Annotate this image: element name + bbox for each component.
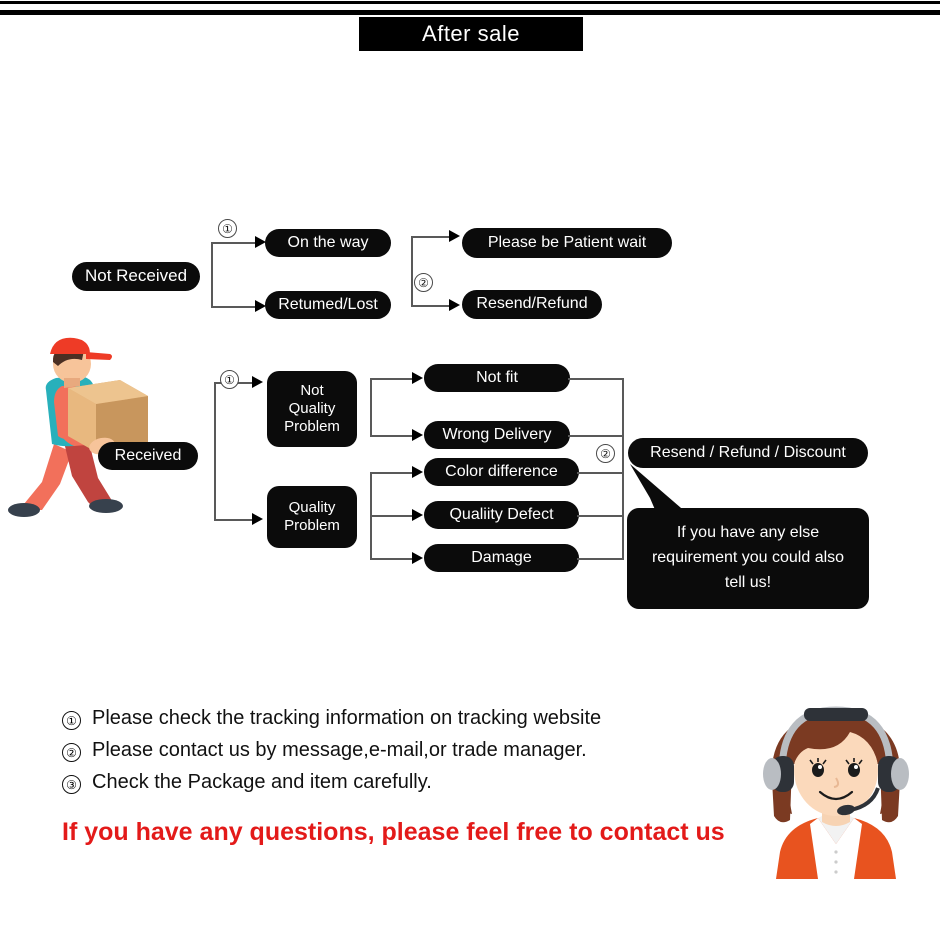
note-text: Check the Package and item carefully. — [92, 771, 432, 793]
after-sale-infographic: After sale Not Received ① On the way Ret… — [0, 0, 940, 926]
list-item: ② Please contact us by message,e-mail,or… — [62, 739, 722, 771]
node-returned-lost[interactable]: Retumed/Lost — [265, 291, 391, 319]
arrow-to-quality-problem — [252, 513, 263, 525]
collector-bar-resolution — [622, 378, 624, 560]
customer-service-agent-icon — [763, 706, 909, 879]
arrow-to-quality-defect — [412, 509, 423, 521]
connector-received-to-quality — [214, 519, 256, 521]
marker-step-2-received: ② — [596, 444, 615, 463]
collector-stub-color-difference — [577, 472, 624, 474]
node-quality-problem[interactable]: Quality Problem — [267, 486, 357, 548]
connector-to-not-fit — [370, 378, 416, 380]
note-text: Please contact us by message,e-mail,or t… — [92, 739, 587, 761]
node-on-the-way[interactable]: On the way — [265, 229, 391, 257]
list-item: ③ Check the Package and item carefully. — [62, 771, 722, 803]
top-divider-line-1 — [0, 1, 940, 4]
connector-stage2-trunk — [411, 237, 413, 307]
marker-step-1-not-received: ① — [218, 219, 237, 238]
marker-step-2-not-received: ② — [414, 273, 433, 292]
connector-to-resend-refund — [411, 305, 453, 307]
node-not-quality-problem[interactable]: Not Quality Problem — [267, 371, 357, 447]
node-quality-defect[interactable]: Qualiity Defect — [424, 501, 579, 529]
connector-not-received-to-ontheway — [211, 242, 259, 244]
node-wrong-delivery[interactable]: Wrong Delivery — [424, 421, 570, 449]
connector-to-please-wait — [411, 236, 453, 238]
node-please-be-patient-wait[interactable]: Please be Patient wait — [462, 228, 672, 258]
page-title: After sale — [359, 17, 583, 51]
collector-stub-damage — [577, 558, 624, 560]
arrow-to-please-wait — [449, 230, 460, 242]
collector-stub-not-fit — [568, 378, 624, 380]
connector-to-quality-defect — [370, 515, 416, 517]
node-damage[interactable]: Damage — [424, 544, 579, 572]
connector-not-received-trunk — [211, 243, 213, 308]
marker-step-1-received: ① — [220, 370, 239, 389]
note-marker: ③ — [62, 775, 81, 794]
collector-stub-quality-defect — [577, 515, 624, 517]
arrow-to-not-fit — [412, 372, 423, 384]
collector-stub-wrong-delivery — [568, 435, 624, 437]
callout-extra-requirement: If you have any else requirement you cou… — [627, 508, 869, 609]
node-resend-refund[interactable]: Resend/Refund — [462, 290, 602, 319]
node-not-fit[interactable]: Not fit — [424, 364, 570, 392]
contact-cta-text: If you have any questions, please feel f… — [62, 818, 725, 846]
arrow-to-resend-refund — [449, 299, 460, 311]
delivery-courier-icon — [8, 337, 148, 517]
node-not-received[interactable]: Not Received — [72, 262, 200, 291]
top-divider-line-2 — [0, 10, 940, 15]
arrow-to-not-quality-problem — [252, 376, 263, 388]
connector-received-trunk — [214, 383, 216, 521]
connector-to-color-difference — [370, 472, 416, 474]
connector-not-quality-trunk — [370, 379, 372, 437]
arrow-to-color-difference — [412, 466, 423, 478]
arrow-to-wrong-delivery — [412, 429, 423, 441]
arrow-to-damage — [412, 552, 423, 564]
connector-not-received-to-returned — [211, 306, 259, 308]
note-marker: ① — [62, 711, 81, 730]
list-item: ① Please check the tracking information … — [62, 707, 722, 739]
notes-list: ① Please check the tracking information … — [62, 707, 722, 803]
node-color-difference[interactable]: Color difference — [424, 458, 579, 486]
note-marker: ② — [62, 743, 81, 762]
connector-to-wrong-delivery — [370, 435, 416, 437]
node-received[interactable]: Received — [98, 442, 198, 470]
connector-to-damage — [370, 558, 416, 560]
note-text: Please check the tracking information on… — [92, 707, 602, 729]
